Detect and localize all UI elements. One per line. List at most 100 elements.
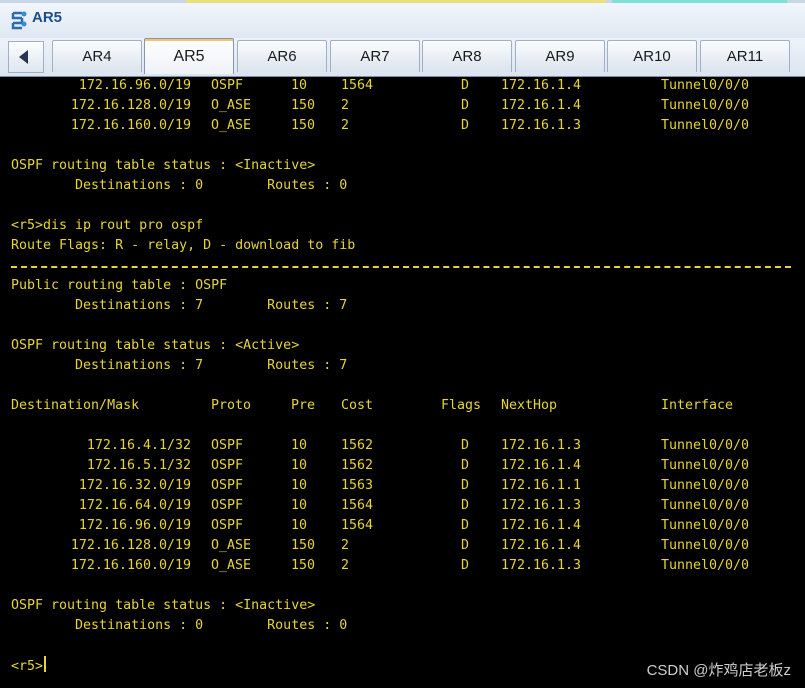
route-pre: 10 (291, 498, 308, 513)
route-nexthop: 172.16.1.4 (501, 538, 582, 553)
command-line: <r5>dis ip rout pro ospf (11, 218, 204, 233)
route-proto: OSPF (211, 518, 244, 533)
csdn-watermark: CSDN @炸鸡店老板z (646, 662, 791, 679)
col-destination: Destination/Mask (11, 398, 140, 413)
route-nexthop: 172.16.1.3 (501, 498, 582, 513)
route-proto: OSPF (211, 78, 244, 93)
route-pre: 150 (291, 558, 316, 573)
route-interface: Tunnel0/0/0 (661, 458, 750, 473)
route-destination: 172.16.128.0/19 (70, 98, 191, 113)
route-flags: D (461, 478, 470, 493)
window-title: AR5 (32, 9, 63, 26)
prev-inactive-status: OSPF routing table status : <Inactive> (11, 158, 316, 173)
col-cost: Cost (341, 398, 374, 413)
public-table-title: Public routing table : OSPF (11, 278, 228, 293)
route-interface: Tunnel0/0/0 (661, 98, 750, 113)
tab-ar6[interactable]: AR6 (237, 40, 327, 72)
route-flags: D (461, 98, 470, 113)
tab-ar8[interactable]: AR8 (422, 40, 512, 72)
prev-inactive-counts: Destinations : 0 Routes : 0 (11, 178, 348, 193)
route-destination: 172.16.160.0/19 (70, 118, 191, 133)
route-proto: OSPF (211, 458, 244, 473)
route-proto: OSPF (211, 498, 244, 513)
public-table-counts: Destinations : 7 Routes : 7 (11, 298, 348, 313)
route-pre: 10 (291, 458, 308, 473)
route-interface: Tunnel0/0/0 (661, 118, 750, 133)
route-pre: 150 (291, 98, 316, 113)
route-destination: 172.16.4.1/32 (86, 438, 191, 453)
route-nexthop: 172.16.1.4 (501, 518, 582, 533)
route-cost: 2 (341, 558, 350, 573)
route-interface: Tunnel0/0/0 (661, 78, 750, 93)
route-destination: 172.16.96.0/19 (78, 518, 191, 533)
active-status: OSPF routing table status : <Active> (11, 338, 300, 353)
route-nexthop: 172.16.1.3 (501, 118, 582, 133)
tab-scroll-left-button[interactable] (8, 41, 44, 73)
tab-ar10[interactable]: AR10 (607, 40, 697, 72)
route-cost: 2 (341, 538, 350, 553)
route-interface: Tunnel0/0/0 (661, 558, 750, 573)
route-flags: D (461, 118, 470, 133)
route-cost: 1563 (341, 478, 374, 493)
command-prompt[interactable]: <r5> (11, 656, 47, 676)
route-flags: D (461, 518, 470, 533)
route-pre: 10 (291, 438, 308, 453)
route-flags: D (461, 538, 470, 553)
route-cost: 1564 (341, 518, 374, 533)
route-pre: 10 (291, 478, 308, 493)
route-interface: Tunnel0/0/0 (661, 538, 750, 553)
route-proto: O_ASE (211, 558, 252, 573)
route-destination: 172.16.160.0/19 (70, 558, 191, 573)
route-destination: 172.16.96.0/19 (78, 78, 191, 93)
route-flags: D (461, 498, 470, 513)
route-flags: D (461, 78, 470, 93)
route-proto: OSPF (211, 438, 244, 453)
inactive-counts: Destinations : 0 Routes : 0 (11, 618, 348, 633)
tab-ar5[interactable]: AR5 (144, 38, 234, 74)
route-cost: 2 (341, 118, 350, 133)
text-cursor (44, 656, 47, 672)
route-nexthop: 172.16.1.4 (501, 78, 582, 93)
route-pre: 150 (291, 118, 316, 133)
route-cost: 1562 (341, 458, 374, 473)
session-tab-bar: AR4 AR5 AR6 AR7 AR8 AR9 AR10 AR11 (0, 38, 805, 77)
active-counts: Destinations : 7 Routes : 7 (11, 358, 348, 373)
route-interface: Tunnel0/0/0 (661, 518, 750, 533)
route-pre: 10 (291, 518, 308, 533)
tab-ar11[interactable]: AR11 (700, 40, 790, 72)
tab-ar9[interactable]: AR9 (515, 40, 605, 72)
tab-ar7[interactable]: AR7 (330, 40, 420, 72)
col-nexthop: NextHop (501, 398, 558, 413)
route-nexthop: 172.16.1.4 (501, 98, 582, 113)
route-destination: 172.16.128.0/19 (70, 538, 191, 553)
route-nexthop: 172.16.1.4 (501, 458, 582, 473)
route-interface: Tunnel0/0/0 (661, 498, 750, 513)
route-proto: O_ASE (211, 538, 252, 553)
route-proto: O_ASE (211, 98, 252, 113)
route-nexthop: 172.16.1.3 (501, 558, 582, 573)
route-flags-line: Route Flags: R - relay, D - download to … (11, 238, 356, 253)
route-cost: 2 (341, 98, 350, 113)
dashed-separator (11, 266, 791, 268)
col-interface: Interface (661, 398, 734, 413)
route-destination: 172.16.64.0/19 (78, 498, 191, 513)
route-flags: D (461, 458, 470, 473)
terminal-console[interactable]: 172.16.96.0/19 OSPF 10 1564 D 172.16.1.4 Tunne… (0, 77, 805, 688)
route-cost: 1564 (341, 498, 374, 513)
route-pre: 10 (291, 78, 308, 93)
arrow-left-icon (19, 50, 28, 64)
route-flags: D (461, 438, 470, 453)
route-proto: O_ASE (211, 118, 252, 133)
col-proto: Proto (211, 398, 252, 413)
col-pre: Pre (291, 398, 316, 413)
route-pre: 150 (291, 538, 316, 553)
route-destination: 172.16.32.0/19 (78, 478, 191, 493)
title-bar: AR5 (0, 0, 805, 39)
route-nexthop: 172.16.1.3 (501, 438, 582, 453)
tab-ar4[interactable]: AR4 (52, 40, 142, 72)
route-destination: 172.16.5.1/32 (86, 458, 191, 473)
top-strip (0, 0, 805, 3)
route-cost: 1562 (341, 438, 374, 453)
route-proto: OSPF (211, 478, 244, 493)
prompt-text: <r5> (11, 659, 44, 674)
